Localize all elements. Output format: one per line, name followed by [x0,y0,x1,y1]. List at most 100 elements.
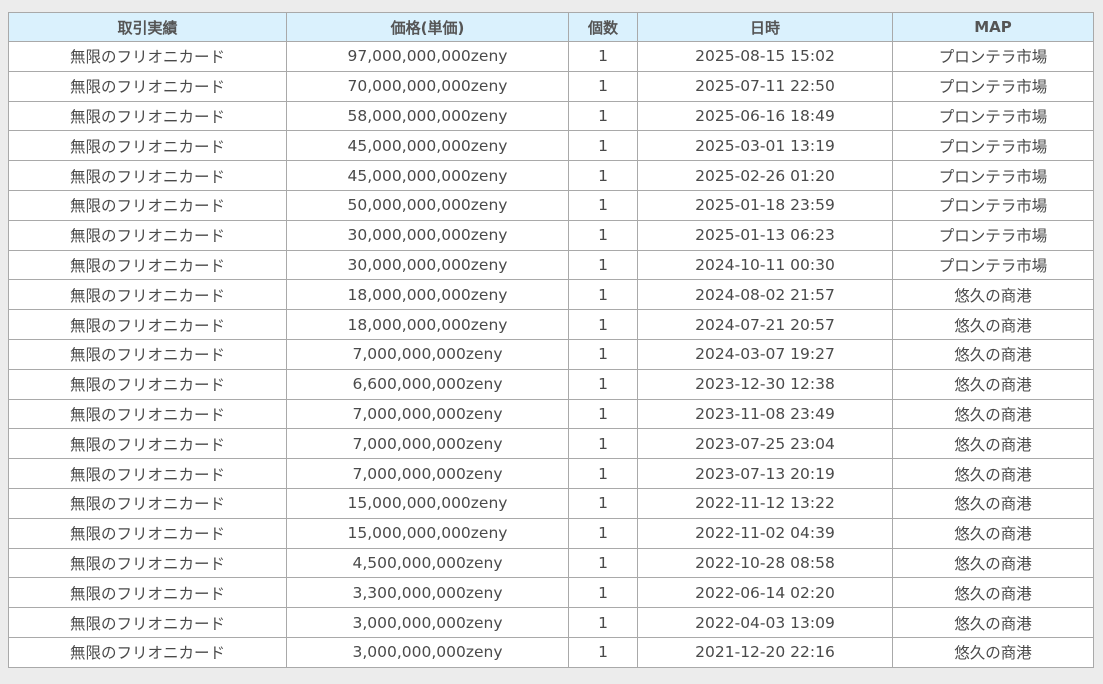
item-name-cell: 無限のフリオニカード [8,219,287,251]
map-cell: 悠久の商港 [892,428,1094,460]
item-name-cell: 無限のフリオニカード [8,160,287,191]
item-name-cell: 無限のフリオニカード [8,547,287,579]
datetime-cell: 2024-10-11 00:30 [637,249,893,281]
quantity-cell: 1 [568,607,638,638]
header-map: MAP [892,12,1094,42]
price-cell: 97,000,000,000zeny [286,41,569,72]
quantity-cell: 1 [568,309,638,340]
price-cell: 45,000,000,000zeny [286,130,569,162]
price-cell: 3,300,000,000zeny [286,577,569,609]
table-row: 無限のフリオニカード 3,000,000,000zeny 1 2022-04-03 1… [8,607,1094,638]
price-cell: 7,000,000,000zeny [286,428,569,460]
map-cell: 悠久の商港 [892,547,1094,579]
price-cell: 30,000,000,000zeny [286,249,569,281]
table-row: 無限のフリオニカード 45,000,000,000zeny 1 2025-02-26 … [8,160,1094,191]
quantity-cell: 1 [568,428,638,460]
map-cell: プロンテラ市場 [892,100,1094,132]
item-name-cell: 無限のフリオニカード [8,487,287,519]
quantity-cell: 1 [568,577,638,609]
table-row: 無限のフリオニカード 70,000,000,000zeny 1 2025-07-11 … [8,70,1094,102]
datetime-cell: 2025-02-26 01:20 [637,160,893,191]
item-name-cell: 無限のフリオニカード [8,458,287,489]
price-cell: 58,000,000,000zeny [286,100,569,132]
map-cell: 悠久の商港 [892,487,1094,519]
header-quantity: 個数 [568,12,638,42]
map-cell: プロンテラ市場 [892,189,1094,221]
table-body: 無限のフリオニカード 97,000,000,000zeny 1 2025-08-15 … [8,41,1094,668]
item-name-cell: 無限のフリオニカード [8,398,287,430]
quantity-cell: 1 [568,517,638,549]
table-row: 無限のフリオニカード 97,000,000,000zeny 1 2025-08-15 … [8,41,1094,72]
datetime-cell: 2025-01-13 06:23 [637,219,893,251]
quantity-cell: 1 [568,636,638,668]
datetime-cell: 2025-01-18 23:59 [637,189,893,221]
quantity-cell: 1 [568,398,638,430]
map-cell: プロンテラ市場 [892,130,1094,162]
datetime-cell: 2025-07-11 22:50 [637,70,893,102]
map-cell: 悠久の商港 [892,309,1094,340]
quantity-cell: 1 [568,189,638,221]
trade-history-container: 取引実績 価格(単価) 個数 日時 MAP 無限のフリオニカード 97,000,0… [8,12,1094,668]
item-name-cell: 無限のフリオニカード [8,279,287,311]
datetime-cell: 2024-07-21 20:57 [637,309,893,340]
map-cell: 悠久の商港 [892,517,1094,549]
price-cell: 7,000,000,000zeny [286,458,569,489]
item-name-cell: 無限のフリオニカード [8,70,287,102]
price-cell: 3,000,000,000zeny [286,607,569,638]
item-name-cell: 無限のフリオニカード [8,338,287,370]
price-cell: 45,000,000,000zeny [286,160,569,191]
datetime-cell: 2025-08-15 15:02 [637,41,893,72]
map-cell: 悠久の商港 [892,338,1094,370]
trade-history-table: 取引実績 価格(単価) 個数 日時 MAP 無限のフリオニカード 97,000,0… [8,12,1094,668]
price-cell: 50,000,000,000zeny [286,189,569,221]
table-row: 無限のフリオニカード 3,300,000,000zeny 1 2022-06-14 0… [8,577,1094,609]
datetime-cell: 2023-11-08 23:49 [637,398,893,430]
quantity-cell: 1 [568,368,638,400]
item-name-cell: 無限のフリオニカード [8,607,287,638]
item-name-cell: 無限のフリオニカード [8,189,287,221]
quantity-cell: 1 [568,70,638,102]
price-cell: 3,000,000,000zeny [286,636,569,668]
price-cell: 15,000,000,000zeny [286,487,569,519]
table-row: 無限のフリオニカード 7,000,000,000zeny 1 2023-07-25 2… [8,428,1094,460]
quantity-cell: 1 [568,249,638,281]
map-cell: 悠久の商港 [892,577,1094,609]
datetime-cell: 2024-08-02 21:57 [637,279,893,311]
map-cell: 悠久の商港 [892,279,1094,311]
price-cell: 7,000,000,000zeny [286,338,569,370]
quantity-cell: 1 [568,487,638,519]
header-trade-record: 取引実績 [8,12,287,42]
table-row: 無限のフリオニカード 18,000,000,000zeny 1 2024-07-21 … [8,309,1094,340]
table-row: 無限のフリオニカード 30,000,000,000zeny 1 2025-01-13 … [8,219,1094,251]
datetime-cell: 2023-12-30 12:38 [637,368,893,400]
item-name-cell: 無限のフリオニカード [8,249,287,281]
map-cell: プロンテラ市場 [892,41,1094,72]
item-name-cell: 無限のフリオニカード [8,368,287,400]
datetime-cell: 2025-03-01 13:19 [637,130,893,162]
table-row: 無限のフリオニカード 45,000,000,000zeny 1 2025-03-01 … [8,130,1094,162]
price-cell: 4,500,000,000zeny [286,547,569,579]
map-cell: プロンテラ市場 [892,219,1094,251]
datetime-cell: 2022-10-28 08:58 [637,547,893,579]
datetime-cell: 2021-12-20 22:16 [637,636,893,668]
price-cell: 18,000,000,000zeny [286,279,569,311]
table-row: 無限のフリオニカード 18,000,000,000zeny 1 2024-08-02 … [8,279,1094,311]
table-row: 無限のフリオニカード 15,000,000,000zeny 1 2022-11-12 … [8,487,1094,519]
datetime-cell: 2022-11-02 04:39 [637,517,893,549]
map-cell: 悠久の商港 [892,607,1094,638]
datetime-cell: 2022-04-03 13:09 [637,607,893,638]
item-name-cell: 無限のフリオニカード [8,428,287,460]
map-cell: プロンテラ市場 [892,249,1094,281]
table-row: 無限のフリオニカード 7,000,000,000zeny 1 2024-03-07 1… [8,338,1094,370]
item-name-cell: 無限のフリオニカード [8,130,287,162]
datetime-cell: 2023-07-25 23:04 [637,428,893,460]
item-name-cell: 無限のフリオニカード [8,309,287,340]
header-datetime: 日時 [637,12,893,42]
quantity-cell: 1 [568,547,638,579]
map-cell: 悠久の商港 [892,636,1094,668]
quantity-cell: 1 [568,458,638,489]
item-name-cell: 無限のフリオニカード [8,100,287,132]
quantity-cell: 1 [568,160,638,191]
table-row: 無限のフリオニカード 50,000,000,000zeny 1 2025-01-18 … [8,189,1094,221]
map-cell: プロンテラ市場 [892,70,1094,102]
